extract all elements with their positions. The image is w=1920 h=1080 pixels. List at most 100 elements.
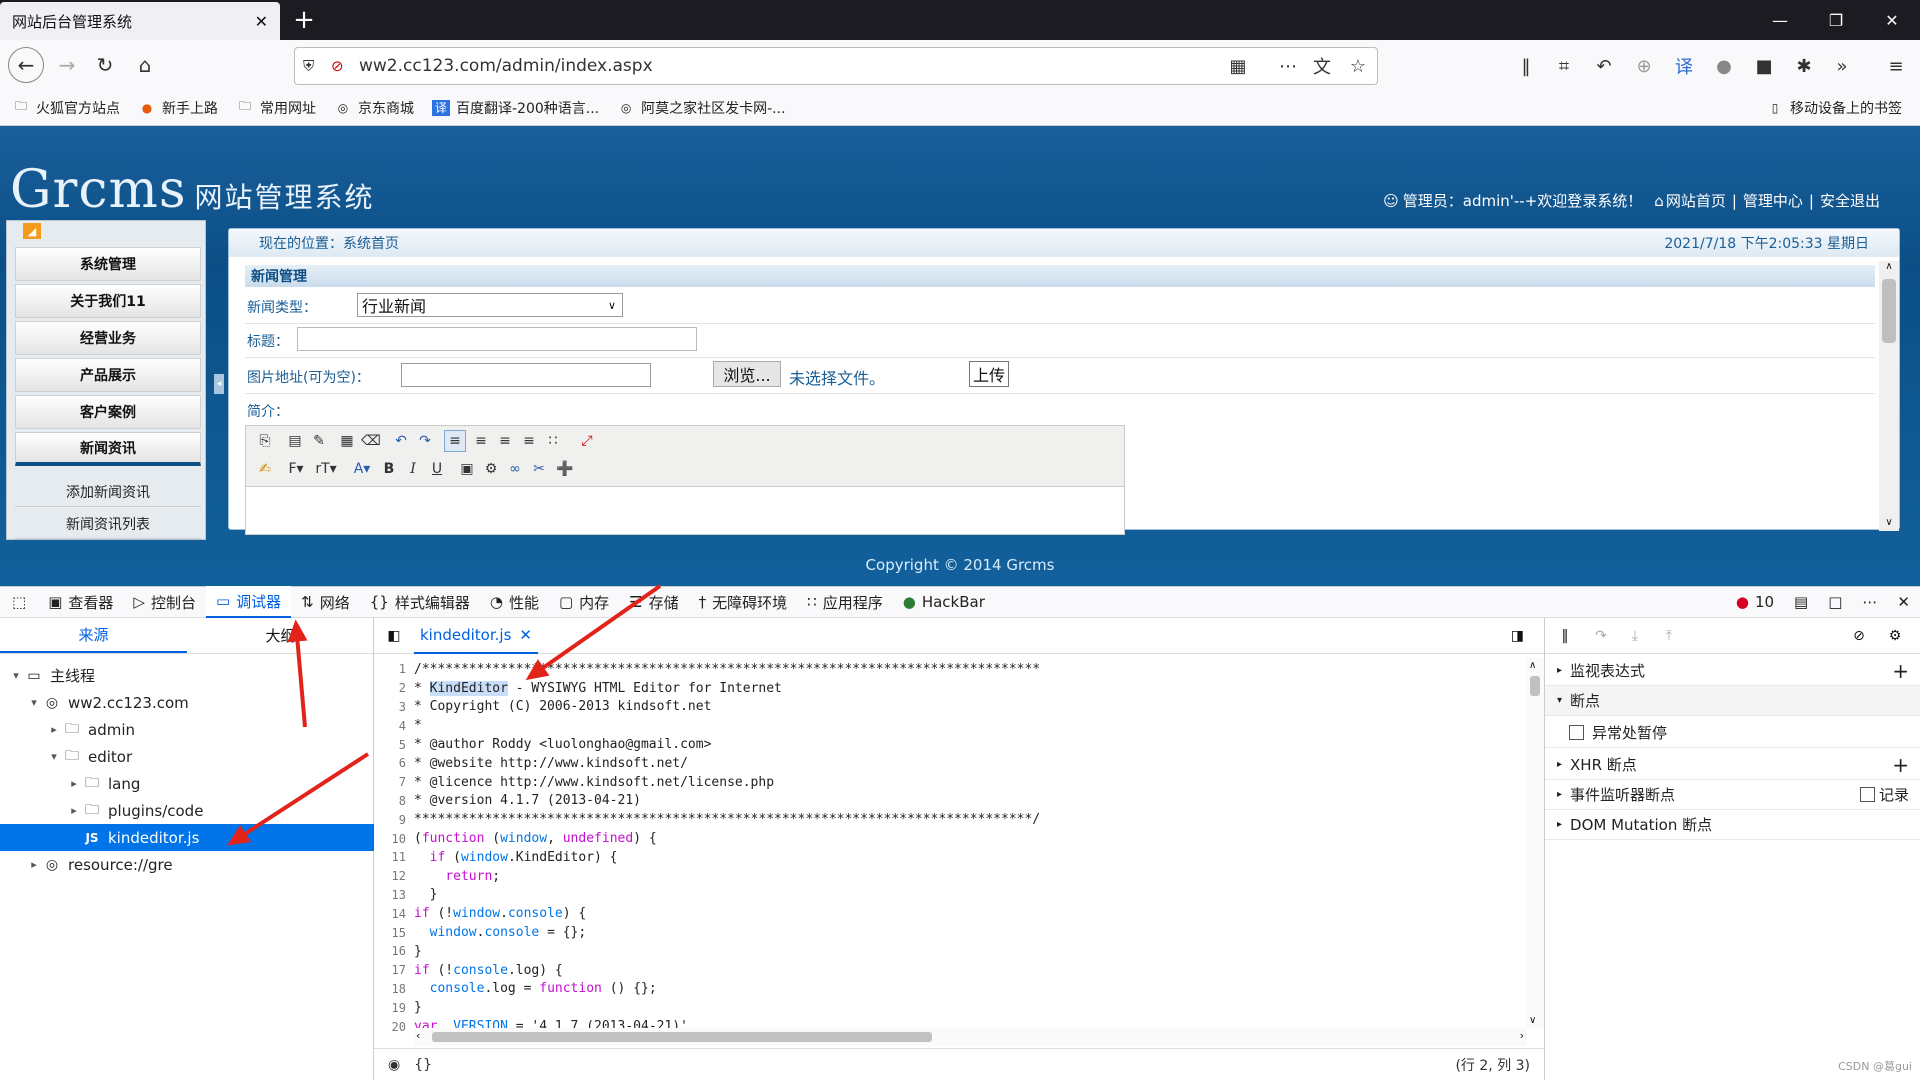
close-tab-icon[interactable]: ✕ — [519, 626, 532, 644]
browse-button[interactable]: 浏览... — [713, 361, 781, 387]
upload-button[interactable]: 上传 — [969, 361, 1009, 387]
sidebar-item-cases[interactable]: 客户案例 — [15, 395, 201, 429]
redo-editor-icon[interactable]: ↷ — [414, 430, 436, 452]
link-icon[interactable]: ∞ — [504, 458, 526, 480]
pause-exceptions-checkbox[interactable] — [1569, 725, 1584, 740]
back-icon[interactable]: ← — [8, 47, 44, 83]
sidebar-item-products[interactable]: 产品展示 — [15, 358, 201, 392]
line-number[interactable]: 15 — [374, 926, 414, 940]
line-number[interactable]: 7 — [374, 775, 414, 789]
sidebar-item-business[interactable]: 经营业务 — [15, 321, 201, 355]
code-line[interactable]: 11 if (window.KindEditor) { — [374, 848, 1524, 867]
add-xhr-icon[interactable]: + — [1892, 753, 1909, 777]
step-out-icon[interactable]: ⤒ — [1659, 626, 1679, 646]
line-number[interactable]: 8 — [374, 794, 414, 808]
template-icon[interactable]: ✎ — [308, 430, 330, 452]
line-number[interactable]: 19 — [374, 1001, 414, 1015]
code-line[interactable]: 12 return; — [374, 867, 1524, 886]
eye-icon[interactable]: ◉ — [388, 1057, 400, 1073]
watch-expressions[interactable]: ▸ 监视表达式 + — [1545, 656, 1920, 686]
line-number[interactable]: 17 — [374, 963, 414, 977]
code-line[interactable]: 3 * Copyright (C) 2006-2013 kindsoft.net — [374, 698, 1524, 717]
code-line[interactable]: 19} — [374, 998, 1524, 1017]
sidebar-item-news[interactable]: 新闻资讯 — [15, 432, 201, 466]
close-window-icon[interactable]: ✕ — [1864, 0, 1920, 40]
line-number[interactable]: 6 — [374, 756, 414, 770]
align-center-icon[interactable]: ≡ — [470, 430, 492, 452]
url-bar[interactable]: ⛨ ⊘ ww2.cc123.com/admin/index.aspx — [294, 47, 1378, 85]
line-number[interactable]: 11 — [374, 850, 414, 864]
tool-inspector[interactable]: ▣ 查看器 — [38, 586, 123, 618]
reload-icon[interactable]: ↻ — [88, 48, 122, 82]
line-number[interactable]: 12 — [374, 869, 414, 883]
pause-icon[interactable]: ‖ — [1555, 626, 1575, 646]
breakpoints-section[interactable]: ▾ 断点 — [1545, 686, 1920, 716]
code-line[interactable]: 13 } — [374, 886, 1524, 905]
tab-sources[interactable]: 来源 — [0, 618, 187, 653]
unlink-icon[interactable]: ✂ — [528, 458, 550, 480]
bug-addon-icon[interactable]: ✱ — [1788, 50, 1820, 82]
bookmark-item[interactable]: ◎ 阿莫之家社区发卡网-... — [617, 98, 786, 118]
code-vscrollbar[interactable]: ∧ ∨ — [1526, 658, 1544, 1028]
tree-file-kindeditor[interactable]: JS kindeditor.js — [0, 824, 374, 851]
sidebar-sub-add-news[interactable]: 添加新闻资讯 — [15, 477, 201, 507]
tool-accessibility[interactable]: † 无障碍环境 — [689, 586, 798, 618]
home-icon[interactable]: ⌂ — [128, 48, 162, 82]
translate-icon[interactable]: 文 — [1306, 50, 1338, 82]
tree-folder-editor[interactable]: ▾ 🗀 editor — [0, 743, 374, 770]
code-lines[interactable]: 1/**************************************… — [374, 660, 1524, 1048]
qr-code-icon[interactable]: ▦ — [1222, 50, 1254, 82]
tool-debugger[interactable]: ▭ 调试器 — [205, 586, 292, 618]
menu-icon[interactable]: ≡ — [1880, 50, 1912, 82]
font-color-icon[interactable]: A▾ — [348, 458, 376, 480]
dock-icon[interactable]: □ — [1818, 586, 1852, 618]
tree-resource[interactable]: ▸ ◎ resource://gre — [0, 851, 374, 878]
sidebar-item-about[interactable]: 关于我们11 — [15, 284, 201, 318]
sidebar-item-system[interactable]: 系统管理 — [15, 247, 201, 281]
line-number[interactable]: 2 — [374, 681, 414, 695]
pick-element-icon[interactable]: ⬚ — [0, 586, 38, 618]
line-number[interactable]: 9 — [374, 813, 414, 827]
forward-icon[interactable]: → — [50, 48, 84, 82]
line-number[interactable]: 3 — [374, 700, 414, 714]
toggle-panes-icon[interactable]: ◨ — [1511, 628, 1524, 644]
eraser-icon[interactable]: ⌫ — [360, 430, 382, 452]
news-type-select[interactable]: 行业新闻 ∨ — [357, 293, 623, 317]
url-text[interactable]: ww2.cc123.com/admin/index.aspx — [359, 56, 653, 76]
xhr-breakpoints[interactable]: ▸ XHR 断点 + — [1545, 750, 1920, 780]
line-number[interactable]: 18 — [374, 982, 414, 996]
image-url-input[interactable] — [401, 363, 651, 387]
sidebar-sub-news-list[interactable]: 新闻资讯列表 — [15, 509, 201, 539]
tab-close-icon[interactable]: ✕ — [255, 12, 268, 31]
toggle-sidebar-icon[interactable]: ◧ — [374, 628, 414, 644]
code-line[interactable]: 17 if (!console.log) { — [374, 961, 1524, 980]
addon-icon[interactable]: ⊕ — [1628, 50, 1660, 82]
error-counter[interactable]: ● 10 — [1726, 586, 1784, 618]
tool-application[interactable]: ∷ 应用程序 — [797, 586, 893, 618]
translate-addon-icon[interactable]: 译 — [1668, 50, 1700, 82]
step-over-icon[interactable]: ↷ — [1591, 626, 1611, 646]
line-number[interactable]: 16 — [374, 944, 414, 958]
step-in-icon[interactable]: ⤓ — [1625, 626, 1645, 646]
code-hscrollbar[interactable]: ‹ › — [414, 1028, 1526, 1046]
logout-link[interactable]: 安全退出 — [1820, 190, 1880, 211]
code-line[interactable]: 4 * — [374, 716, 1524, 735]
code-line[interactable]: 14 if (!window.console) { — [374, 904, 1524, 923]
align-left-icon[interactable]: ≡ — [444, 430, 466, 452]
title-input[interactable] — [297, 327, 697, 351]
font-size-icon[interactable]: rT▾ — [312, 458, 340, 480]
undo-editor-icon[interactable]: ↶ — [390, 430, 412, 452]
split-console-icon[interactable]: ▤ — [1784, 586, 1818, 618]
devtools-more-icon[interactable]: ⋯ — [1852, 586, 1887, 618]
bookmark-item[interactable]: 🗀 火狐官方站点 — [12, 98, 120, 118]
tool-memory[interactable]: ▢ 内存 — [549, 586, 619, 618]
page-scrollbar[interactable]: ∧ ∨ — [1879, 261, 1899, 531]
mask-addon-icon[interactable]: ■ — [1748, 50, 1780, 82]
code-line[interactable]: 5 * @author Roddy <luolonghao@gmail.com> — [374, 735, 1524, 754]
tree-folder-plugins[interactable]: ▸ 🗀 plugins/code — [0, 797, 374, 824]
site-home-link[interactable]: 网站首页 — [1666, 190, 1726, 211]
bookmark-item[interactable]: ◎ 京东商城 — [334, 98, 414, 118]
devtools-close-icon[interactable]: ✕ — [1887, 586, 1920, 618]
code-line[interactable]: 7 * @licence http://www.kindsoft.net/lice… — [374, 773, 1524, 792]
code-line[interactable]: 18 console.log = function () {}; — [374, 980, 1524, 999]
